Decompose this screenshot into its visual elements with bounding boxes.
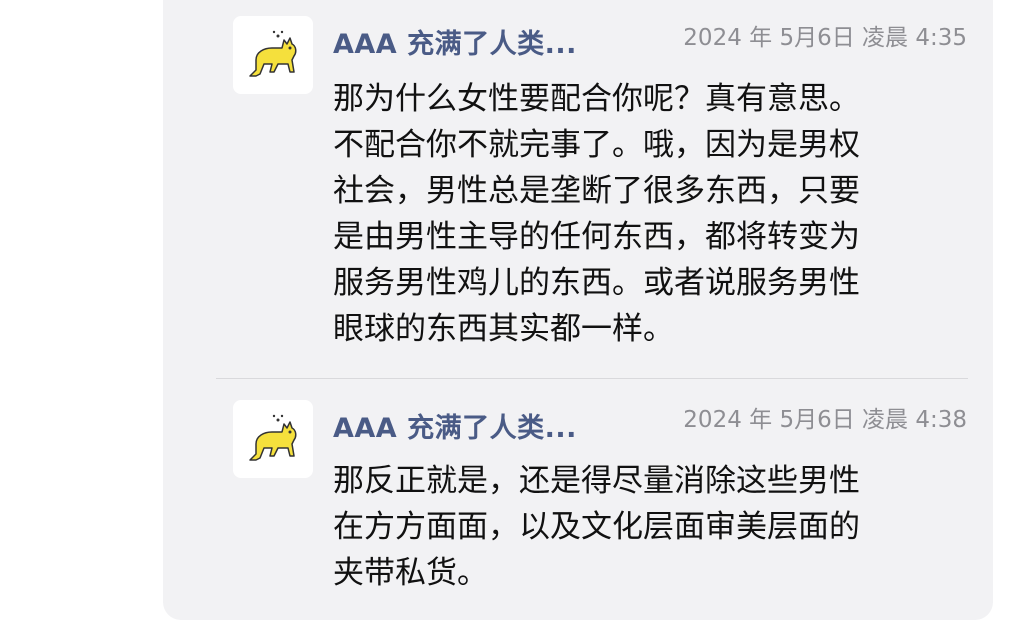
message-timestamp: 2024 年 5月6日 凌晨 4:35 [683, 25, 967, 51]
message-body: 那为什么女性要配合你呢？真有意思。 不配合你不就完事了。哦，因为是男权 社会，男… [333, 76, 973, 352]
message-line: 在方方面面，以及文化层面审美层面的 [333, 509, 860, 545]
message-line: 社会，男性总是垄断了很多东西，只要 [333, 173, 860, 209]
message-line: 不配合你不就完事了。哦，因为是男权 [333, 127, 860, 163]
message-divider [216, 378, 968, 379]
message-line: 那为什么女性要配合你呢？真有意思。 [333, 81, 860, 117]
yellow-cat-icon [249, 414, 297, 461]
message-body: 那反正就是，还是得尽量消除这些男性 在方方面面，以及文化层面审美层面的 夹带私货… [333, 458, 973, 596]
message-item[interactable]: AAA 充满了人类... 2024 年 5月6日 凌晨 4:38 那反正就是，还… [163, 380, 993, 620]
sender-name[interactable]: AAA 充满了人类... [333, 22, 577, 61]
message-line: 服务男性鸡儿的东西。或者说服务男性 [333, 265, 860, 301]
message-item[interactable]: AAA 充满了人类... 2024 年 5月6日 凌晨 4:35 那为什么女性要… [163, 0, 993, 378]
sender-name[interactable]: AAA 充满了人类... [333, 406, 577, 445]
avatar[interactable] [233, 400, 313, 478]
message-panel: AAA 充满了人类... 2024 年 5月6日 凌晨 4:35 那为什么女性要… [163, 0, 993, 620]
message-line: 是由男性主导的任何东西，都将转变为 [333, 219, 860, 255]
yellow-cat-icon [249, 30, 297, 77]
message-line: 眼球的东西其实都一样。 [333, 311, 674, 347]
message-timestamp: 2024 年 5月6日 凌晨 4:38 [683, 407, 967, 433]
message-line: 夹带私货。 [333, 555, 488, 591]
message-line: 那反正就是，还是得尽量消除这些男性 [333, 463, 860, 499]
avatar[interactable] [233, 16, 313, 94]
